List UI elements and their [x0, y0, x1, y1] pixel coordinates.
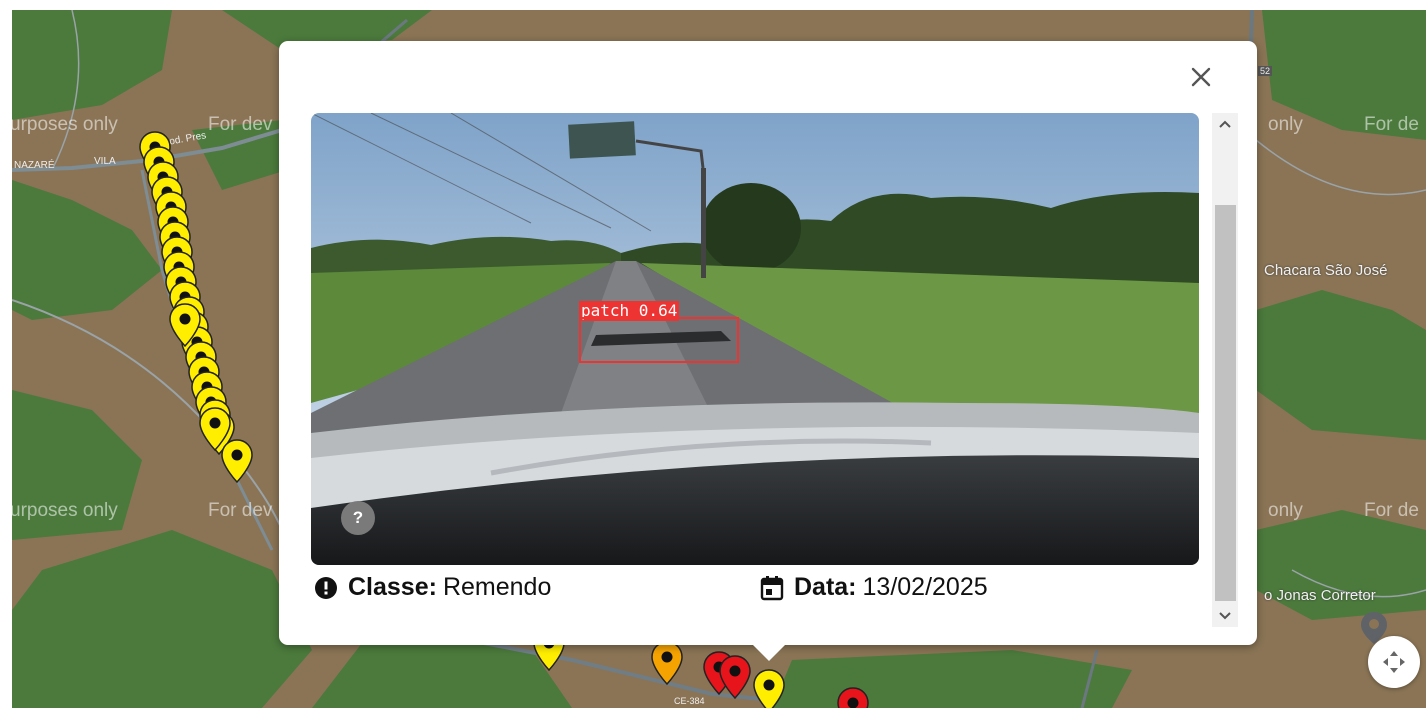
map-watermark: For dev: [208, 114, 273, 135]
map-watermark: only: [1268, 500, 1303, 521]
class-info: Classe: Remendo: [314, 573, 551, 602]
class-label: Classe:: [348, 573, 437, 601]
detection-marker-icon[interactable]: [752, 668, 786, 708]
scroll-up-button[interactable]: [1212, 113, 1238, 135]
class-value: Remendo: [442, 573, 552, 601]
scrollbar-thumb[interactable]: [1215, 205, 1236, 601]
alert-circle-icon: [314, 576, 338, 600]
scroll-down-button[interactable]: [1212, 605, 1238, 627]
calendar-icon: [760, 575, 784, 601]
date-info: Data: 13/02/2025: [760, 573, 988, 602]
map-watermark: For dev: [208, 500, 273, 521]
detection-marker-icon[interactable]: [168, 302, 202, 348]
chevron-down-icon: [1219, 612, 1231, 620]
map-watermark: only: [1268, 114, 1303, 135]
help-button[interactable]: ?: [341, 501, 375, 535]
map-watermark: urposes only: [12, 114, 118, 135]
detection-bounding-box: [579, 317, 739, 363]
map-watermark: For de: [1364, 500, 1419, 521]
popup-scrollbar[interactable]: [1212, 113, 1238, 627]
info-popup: patch 0.64 ? Classe: Remendo Data: 13/02…: [279, 41, 1257, 645]
chevron-up-icon: [1219, 120, 1231, 128]
detection-marker-icon[interactable]: [836, 686, 870, 708]
place-label: VILA: [94, 156, 116, 167]
detection-marker-icon[interactable]: [220, 438, 254, 484]
detection-marker-icon[interactable]: [650, 640, 684, 686]
recenter-button[interactable]: [1368, 636, 1420, 688]
map-watermark: For de: [1364, 114, 1419, 135]
close-icon: [1191, 67, 1211, 87]
detection-marker-icon[interactable]: [718, 654, 752, 700]
close-button[interactable]: [1185, 61, 1217, 93]
road-shield: 52: [1258, 66, 1273, 76]
place-label: NAZARÉ: [14, 160, 55, 171]
road-shield: CE-384: [674, 696, 705, 706]
date-label: Data:: [794, 573, 857, 601]
detection-photo: patch 0.64 ?: [311, 113, 1199, 565]
road-photo: [311, 113, 1199, 565]
recenter-arrows-icon: [1383, 651, 1405, 673]
map-watermark: urposes only: [12, 500, 118, 521]
place-label: o Jonas Corretor: [1264, 587, 1376, 604]
place-label: Chacara São José: [1264, 262, 1388, 279]
date-value: 13/02/2025: [862, 573, 988, 601]
popup-pointer: [752, 644, 786, 661]
